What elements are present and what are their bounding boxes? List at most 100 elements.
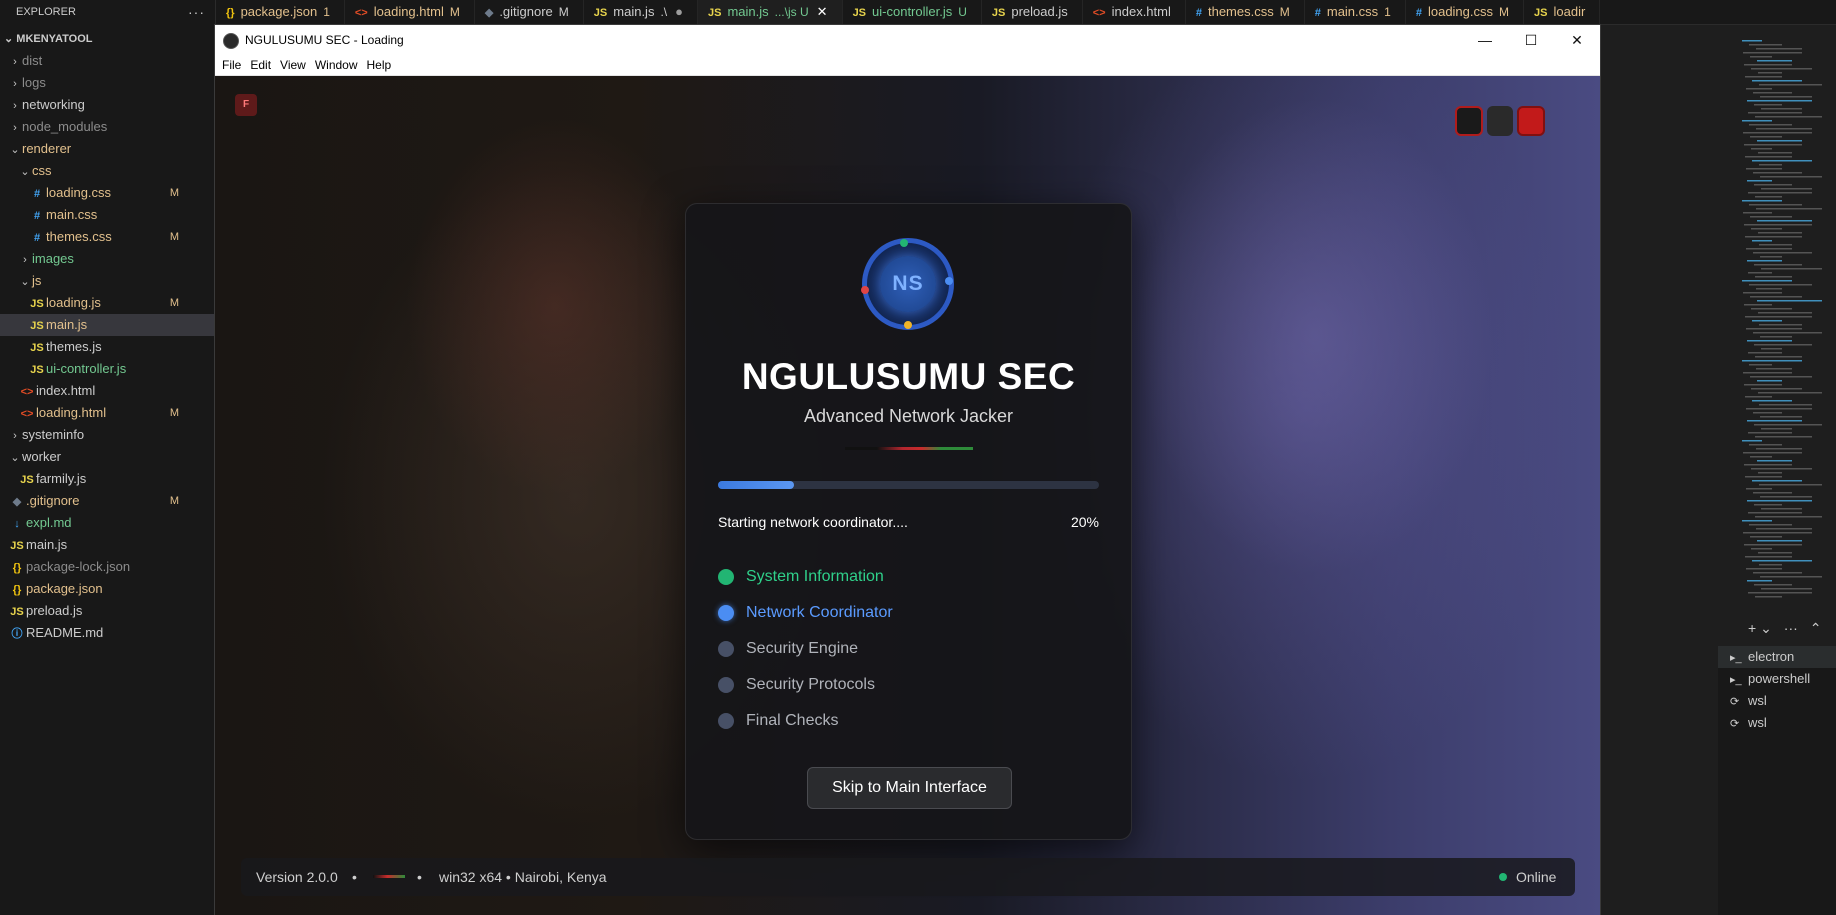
file-item[interactable]: # main.css xyxy=(0,204,215,226)
tree-item-label: loading.js xyxy=(46,295,101,310)
unsaved-dot-icon[interactable]: ● xyxy=(675,4,683,19)
theme-red-button[interactable] xyxy=(1517,106,1545,136)
theme-gray-button[interactable] xyxy=(1486,106,1514,136)
editor-tab[interactable]: JS main.js ...\js U ✕ xyxy=(697,0,843,24)
editor-tab[interactable]: # loading.css M xyxy=(1406,0,1525,24)
tab-status: U xyxy=(958,5,967,19)
corner-badge[interactable]: F xyxy=(235,94,257,116)
new-terminal-icon[interactable]: + ⌄ xyxy=(1748,620,1772,636)
javascript-file-icon: JS xyxy=(20,474,34,486)
terminal-instance[interactable]: ▸_ powershell xyxy=(1718,668,1836,690)
menu-help[interactable]: Help xyxy=(367,58,392,72)
minimap-line xyxy=(1754,424,1822,426)
minimap-line xyxy=(1753,572,1802,574)
html-file-icon: <> xyxy=(1092,7,1106,19)
file-item[interactable]: ↓ expl.md xyxy=(0,512,215,534)
editor-tab[interactable]: JS preload.js xyxy=(982,0,1083,24)
json-file-icon: {} xyxy=(226,7,235,19)
file-item[interactable]: # themes.css M xyxy=(0,226,215,248)
folder-item[interactable]: ⌄ worker xyxy=(0,446,215,468)
file-item[interactable]: JS loading.js M xyxy=(0,292,215,314)
folder-item[interactable]: › logs xyxy=(0,72,215,94)
file-item[interactable]: JS main.js xyxy=(0,534,215,556)
minimap-line xyxy=(1761,588,1812,590)
file-item[interactable]: {} package.json xyxy=(0,578,215,600)
theme-dark-button[interactable] xyxy=(1455,106,1483,136)
menu-window[interactable]: Window xyxy=(315,58,358,72)
terminal-instance[interactable]: ⟳ wsl xyxy=(1718,690,1836,712)
tree-item-label: systeminfo xyxy=(22,427,85,442)
file-item[interactable]: ◆ .gitignore M xyxy=(0,490,215,512)
editor-tab[interactable]: {} package.json 1 xyxy=(216,0,345,24)
app-window: NGULUSUMU SEC - Loading — ☐ ✕ File Edit Vi… xyxy=(215,25,1600,915)
editor-minimap[interactable] xyxy=(1712,40,1836,600)
menu-edit[interactable]: Edit xyxy=(250,58,271,72)
file-item[interactable]: <> loading.html M xyxy=(0,402,215,424)
minimap-line xyxy=(1751,148,1772,150)
css-file-icon: # xyxy=(33,210,41,222)
maximize-panel-icon[interactable]: ⌃ xyxy=(1810,620,1822,636)
editor-tab[interactable]: <> loading.html M xyxy=(345,0,475,24)
minimap-line xyxy=(1758,312,1812,314)
minimap-line xyxy=(1758,72,1782,74)
workspace-title[interactable]: ⌄ MKENYATOOL xyxy=(0,28,215,50)
file-item[interactable]: JS farmily.js xyxy=(0,468,215,490)
tree-item-label: themes.js xyxy=(46,339,102,354)
minimap-line xyxy=(1750,56,1772,58)
file-item[interactable]: JS preload.js xyxy=(0,600,215,622)
minimap-line xyxy=(1745,236,1802,238)
file-item[interactable]: JS ui-controller.js xyxy=(0,358,215,380)
minimap-line xyxy=(1761,268,1822,270)
menu-view[interactable]: View xyxy=(280,58,306,72)
minimap-line xyxy=(1751,68,1812,70)
file-item[interactable]: JS main.js xyxy=(0,314,215,336)
editor-tab[interactable]: # main.css 1 xyxy=(1305,0,1406,24)
file-item[interactable]: {} package-lock.json xyxy=(0,556,215,578)
tree-item-label: renderer xyxy=(22,141,72,156)
chevron-right-icon: › xyxy=(13,100,17,112)
close-button[interactable]: ✕ xyxy=(1554,25,1600,55)
minimap-line xyxy=(1753,412,1782,414)
editor-tab[interactable]: ◆ .gitignore M xyxy=(475,0,584,24)
menu-file[interactable]: File xyxy=(222,58,241,72)
minimize-button[interactable]: — xyxy=(1462,25,1508,55)
minimap-line xyxy=(1745,396,1772,398)
minimap-line xyxy=(1756,528,1812,530)
folder-item[interactable]: ⌄ css xyxy=(0,160,215,182)
maximize-button[interactable]: ☐ xyxy=(1508,25,1554,55)
terminal-instance[interactable]: ⟳ wsl xyxy=(1718,712,1836,734)
editor-tab[interactable]: # themes.css M xyxy=(1186,0,1305,24)
minimap-line xyxy=(1756,208,1822,210)
folder-item[interactable]: › images xyxy=(0,248,215,270)
file-item[interactable]: ⓘ README.md xyxy=(0,622,215,644)
git-file-icon: ◆ xyxy=(12,496,22,508)
skip-to-main-button[interactable]: Skip to Main Interface xyxy=(807,767,1012,809)
terminal-more-icon[interactable]: ··· xyxy=(1784,620,1798,636)
minimap-line xyxy=(1759,404,1812,406)
minimap-line xyxy=(1751,548,1772,550)
folder-item[interactable]: › dist xyxy=(0,50,215,72)
explorer-more-icon[interactable]: ··· xyxy=(188,0,205,24)
close-tab-icon[interactable]: ✕ xyxy=(817,4,828,19)
folder-item[interactable]: › node_modules xyxy=(0,116,215,138)
minimap-line xyxy=(1743,532,1812,534)
minimap-line xyxy=(1747,580,1772,582)
folder-item[interactable]: ⌄ renderer xyxy=(0,138,215,160)
javascript-file-icon: JS xyxy=(852,7,867,19)
file-item[interactable]: <> index.html xyxy=(0,380,215,402)
folder-item[interactable]: › networking xyxy=(0,94,215,116)
editor-tab[interactable]: JS ui-controller.js U xyxy=(843,0,982,24)
editor-tab[interactable]: JS loadir xyxy=(1524,0,1601,24)
editor-tab[interactable]: <> index.html xyxy=(1083,0,1186,24)
file-item[interactable]: JS themes.js xyxy=(0,336,215,358)
file-item[interactable]: # loading.css M xyxy=(0,182,215,204)
tree-item-label: ui-controller.js xyxy=(46,361,127,376)
footer-separator: • xyxy=(352,869,357,885)
loading-step: Security Engine xyxy=(718,639,1099,675)
terminal-instance[interactable]: ▸_ electron xyxy=(1718,646,1836,668)
folder-item[interactable]: ⌄ js xyxy=(0,270,215,292)
editor-tab[interactable]: JS main.js .\ ● xyxy=(584,0,698,24)
minimap-line xyxy=(1747,260,1782,262)
folder-item[interactable]: › systeminfo xyxy=(0,424,215,446)
html-file-icon: <> xyxy=(20,386,34,398)
